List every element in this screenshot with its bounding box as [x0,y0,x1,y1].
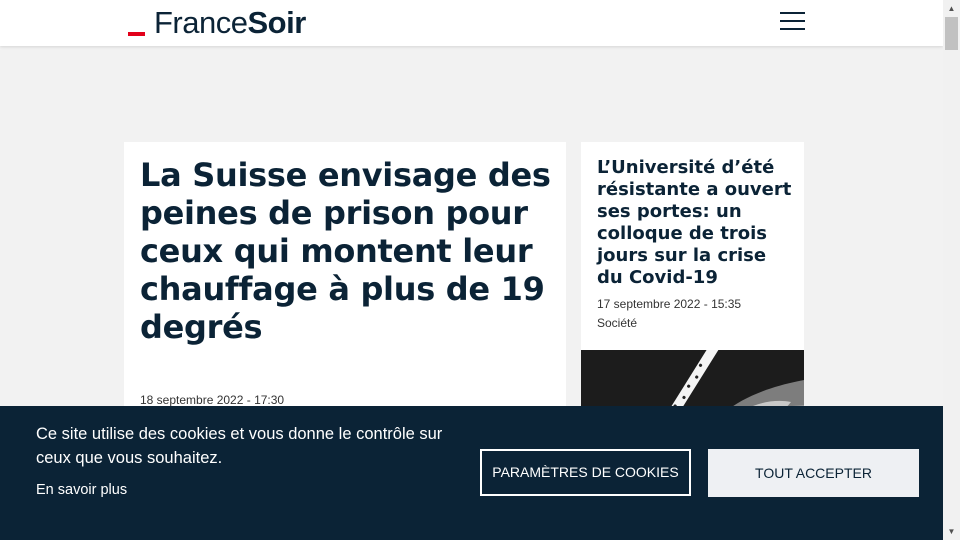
menu-line [780,12,805,14]
accept-all-button[interactable]: TOUT ACCEPTER [708,449,919,497]
scroll-down-arrow-icon[interactable]: ▼ [943,523,960,540]
hamburger-menu-icon[interactable] [780,12,806,34]
scroll-up-arrow-icon[interactable]: ▲ [943,0,960,17]
cookie-settings-button[interactable]: PARAMÈTRES DE COOKIES [480,449,691,496]
scroll-thumb[interactable] [945,17,958,50]
featured-article-date: 18 septembre 2022 - 17:30 [140,393,285,407]
cookie-message: Ce site utilise des cookies et vous donn… [36,425,443,467]
logo-wordmark: FranceSoir [154,5,306,40]
francesoir-logo[interactable]: FranceSoir [128,6,306,40]
menu-line [780,20,805,22]
logo-red-dash [128,32,145,36]
cookie-consent-banner: Ce site utilise des cookies et vous donn… [0,406,943,540]
featured-article-card[interactable]: La Suisse envisage des peines de prison … [124,142,566,442]
site-header: FranceSoir [0,0,943,46]
side-article-category[interactable]: Société [597,316,637,330]
menu-line [780,28,805,30]
learn-more-link[interactable]: En savoir plus [36,482,127,498]
side-article-title[interactable]: L’Université d’été résistante a ouvert s… [597,157,797,289]
side-article-card[interactable]: L’Université d’été résistante a ouvert s… [581,142,804,442]
featured-article-title[interactable]: La Suisse envisage des peines de prison … [140,156,560,346]
vertical-scrollbar[interactable]: ▲ ▼ [943,0,960,540]
side-article-date: 17 septembre 2022 - 15:35 [597,297,742,311]
